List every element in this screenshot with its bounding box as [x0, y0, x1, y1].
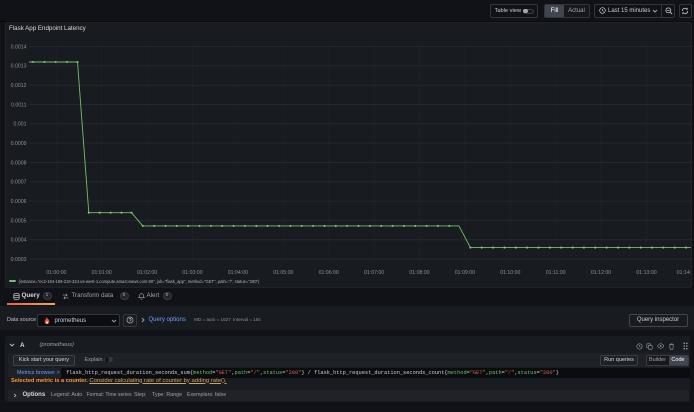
svg-text:0.0014: 0.0014: [11, 44, 27, 50]
svg-text:0.0011: 0.0011: [11, 102, 27, 108]
svg-text:01:01:00: 01:01:00: [92, 270, 112, 276]
svg-text:0.001: 0.001: [14, 122, 27, 128]
svg-text:01:13:00: 01:13:00: [636, 270, 656, 276]
svg-text:0.0003: 0.0003: [11, 257, 27, 263]
svg-text:01:03:00: 01:03:00: [182, 270, 202, 276]
svg-text:01:05:00: 01:05:00: [273, 270, 293, 276]
svg-text:0.0009: 0.0009: [11, 141, 27, 147]
svg-text:0.0008: 0.0008: [11, 160, 27, 166]
svg-text:01:00:00: 01:00:00: [46, 270, 66, 276]
svg-text:01:14:00: 01:14:00: [677, 270, 692, 276]
svg-text:0.0004: 0.0004: [11, 238, 27, 244]
svg-text:01:06:00: 01:06:00: [319, 270, 339, 276]
svg-text:01:08:00: 01:08:00: [409, 270, 429, 276]
svg-text:01:02:00: 01:02:00: [137, 270, 157, 276]
svg-text:01:12:00: 01:12:00: [591, 270, 611, 276]
svg-text:01:07:00: 01:07:00: [364, 270, 384, 276]
svg-text:01:04:00: 01:04:00: [228, 270, 248, 276]
svg-text:0.0007: 0.0007: [11, 180, 27, 186]
svg-text:0.0013: 0.0013: [11, 64, 27, 70]
svg-text:01:09:00: 01:09:00: [455, 270, 475, 276]
svg-text:01:10:00: 01:10:00: [500, 270, 520, 276]
svg-text:0.0006: 0.0006: [11, 199, 27, 205]
svg-text:0.0012: 0.0012: [11, 83, 27, 89]
svg-text:0.0005: 0.0005: [11, 218, 27, 224]
svg-text:01:11:00: 01:11:00: [546, 270, 566, 276]
